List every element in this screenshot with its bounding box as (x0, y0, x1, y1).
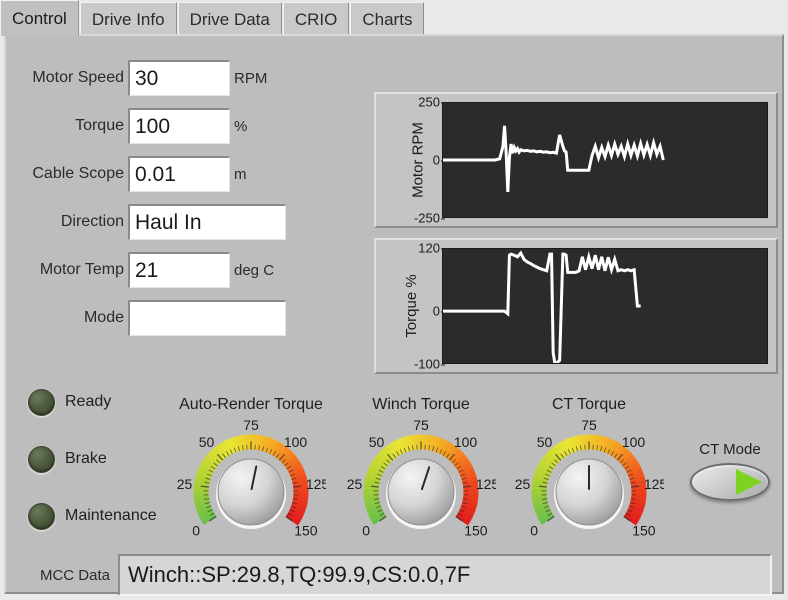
ct-torque-dial[interactable]: 0 25 50 75 100 125 150 (514, 416, 664, 558)
led-row-maintenance: Maintenance (28, 502, 157, 530)
tab-bar: Control Drive Info Drive Data CRIO Chart… (0, 0, 788, 36)
svg-text:0: 0 (530, 522, 538, 538)
mode-label: Mode (83, 309, 124, 326)
parameter-form: Motor Speed 30 RPM Torque 100 % Cable Sc… (20, 58, 320, 346)
ct-mode-rocker[interactable] (690, 463, 770, 501)
control-panel: Motor Speed 30 RPM Torque 100 % Cable Sc… (4, 34, 784, 596)
motor-rpm-chart[interactable]: Motor RPM 250 0 -250 (374, 92, 778, 228)
ct-torque-title: CT Torque (551, 396, 627, 413)
mcc-data-label: MCC Data (39, 566, 110, 584)
motor-speed-input[interactable]: 30 (128, 60, 230, 96)
svg-text:50: 50 (537, 434, 553, 450)
form-row-motor-temp: Motor Temp 21 deg C (20, 250, 320, 290)
tab-charts[interactable]: Charts (350, 2, 425, 36)
svg-text:150: 150 (464, 522, 488, 538)
svg-text:25: 25 (515, 476, 531, 492)
svg-text:75: 75 (413, 417, 429, 433)
svg-text:100: 100 (284, 434, 308, 450)
tab-drive-data[interactable]: Drive Data (177, 2, 282, 36)
direction-label: Direction (60, 213, 124, 230)
svg-text:125: 125 (476, 476, 496, 492)
torque-label: Torque (75, 117, 124, 134)
winch-torque-gauge[interactable]: Winch Torque 0 25 50 75 100 125 150 (346, 396, 496, 558)
direction-input[interactable]: Haul In (128, 204, 286, 240)
tab-drive-info-label: Drive Info (91, 9, 165, 29)
svg-text:100: 100 (454, 434, 478, 450)
mcc-data-field[interactable]: Winch::SP:29.8,TQ:99.9,CS:0.0,7F (118, 554, 772, 596)
svg-text:100: 100 (622, 434, 646, 450)
form-row-direction: Direction Haul In (20, 202, 320, 242)
maintenance-led-icon[interactable] (28, 502, 55, 530)
brake-led-icon[interactable] (28, 445, 55, 473)
svg-text:125: 125 (644, 476, 664, 492)
torque-tick-min: -100 (413, 356, 446, 372)
cable-scope-unit: m (234, 165, 247, 183)
form-row-motor-speed: Motor Speed 30 RPM (20, 58, 320, 98)
ct-mode-label: CT Mode (699, 441, 761, 458)
auto-render-torque-gauge[interactable]: Auto-Render Torque 0 25 50 75 100 125 150 (176, 396, 326, 558)
tab-drive-data-label: Drive Data (189, 9, 270, 29)
tab-control[interactable]: Control (0, 0, 79, 36)
svg-text:75: 75 (243, 417, 259, 433)
tab-control-label: Control (12, 8, 67, 28)
tab-crio-label: CRIO (294, 9, 338, 29)
svg-text:25: 25 (177, 476, 193, 492)
led-row-ready: Ready (28, 388, 157, 416)
motor-rpm-tick-min: -250 (413, 210, 446, 226)
svg-text:50: 50 (369, 434, 385, 450)
ready-led-icon[interactable] (28, 388, 55, 416)
motor-speed-unit: RPM (234, 69, 268, 87)
ct-mode-switch[interactable]: CT Mode (684, 441, 776, 501)
torque-unit: % (234, 117, 248, 135)
torque-plot-area (442, 248, 768, 364)
winch-torque-dial[interactable]: 0 25 50 75 100 125 150 (346, 416, 496, 558)
form-row-torque: Torque 100 % (20, 106, 320, 146)
winch-torque-title: Winch Torque (372, 396, 470, 413)
form-row-cable-scope: Cable Scope 0.01 m (20, 154, 320, 194)
auto-render-torque-title: Auto-Render Torque (179, 396, 323, 413)
brake-led-label: Brake (65, 450, 107, 467)
svg-text:75: 75 (581, 417, 597, 433)
tab-crio[interactable]: CRIO (282, 2, 350, 36)
motor-rpm-plot-area (442, 102, 768, 218)
motor-temp-input[interactable]: 21 (128, 252, 230, 288)
tab-charts-label: Charts (362, 9, 413, 29)
tab-drive-info[interactable]: Drive Info (79, 2, 177, 36)
motor-rpm-tick-max: 250 (418, 94, 445, 110)
maintenance-led-label: Maintenance (65, 507, 157, 524)
svg-text:150: 150 (632, 522, 656, 538)
svg-text:25: 25 (347, 476, 363, 492)
form-row-mode: Mode (20, 298, 320, 338)
ct-torque-gauge[interactable]: CT Torque 0 25 50 75 100 125 150 (514, 396, 664, 558)
svg-text:150: 150 (294, 522, 318, 538)
cable-scope-label: Cable Scope (32, 165, 124, 182)
torque-input[interactable]: 100 (128, 108, 230, 144)
cable-scope-input[interactable]: 0.01 (128, 156, 230, 192)
motor-rpm-tick-mid: 0 (432, 152, 446, 168)
motor-rpm-ticks: 250 0 -250 (402, 95, 446, 226)
svg-text:125: 125 (306, 476, 326, 492)
play-arrow-icon (736, 469, 762, 495)
motor-speed-label: Motor Speed (32, 69, 124, 86)
torque-ticks: 120 0 -100 (402, 241, 446, 372)
mode-input[interactable] (128, 300, 286, 336)
motor-temp-label: Motor Temp (39, 261, 124, 278)
auto-render-torque-dial[interactable]: 0 25 50 75 100 125 150 (176, 416, 326, 558)
torque-percent-chart[interactable]: Torque % 120 0 -100 (374, 238, 778, 374)
status-indicators: Ready Brake Maintenance (28, 388, 157, 559)
torque-tick-max: 120 (418, 240, 445, 256)
led-row-brake: Brake (28, 445, 157, 473)
torque-trace (443, 249, 767, 363)
svg-text:0: 0 (192, 522, 200, 538)
svg-text:0: 0 (362, 522, 370, 538)
torque-tick-mid: 0 (432, 303, 446, 319)
motor-rpm-trace (443, 103, 767, 217)
svg-text:50: 50 (199, 434, 215, 450)
motor-temp-unit: deg C (234, 261, 275, 279)
mcc-data-row: MCC Data Winch::SP:29.8,TQ:99.9,CS:0.0,7… (24, 554, 772, 596)
ready-led-label: Ready (65, 393, 112, 410)
